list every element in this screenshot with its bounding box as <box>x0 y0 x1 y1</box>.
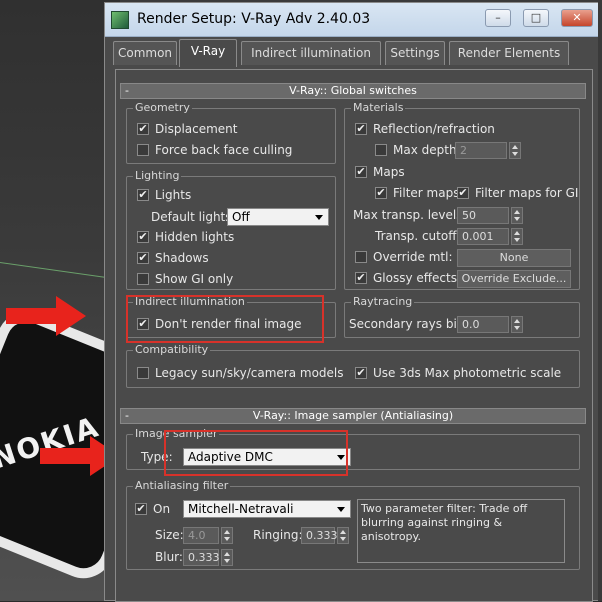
title-bar: Render Setup: V-Ray Adv 2.40.03 – □ ✕ <box>105 3 598 37</box>
lights-label: Lights <box>155 188 192 202</box>
rollout-title: V-Ray:: Image sampler (Antialiasing) <box>252 409 454 422</box>
blur-field[interactable]: 0.333 <box>183 549 220 566</box>
max-transp-field[interactable]: 50 <box>457 207 509 224</box>
reflection-refraction-checkbox[interactable] <box>355 123 367 135</box>
shadows-label: Shadows <box>155 251 209 265</box>
compatibility-group: Compatibility Legacy sun/sky/camera mode… <box>126 343 580 388</box>
close-button[interactable]: ✕ <box>561 9 593 27</box>
maps-label: Maps <box>373 165 405 179</box>
shadows-checkbox[interactable] <box>137 252 149 264</box>
show-gi-only-label: Show GI only <box>155 272 234 286</box>
collapse-icon: - <box>125 84 129 97</box>
rollout-title: V-Ray:: Global switches <box>289 84 417 97</box>
size-field[interactable]: 4.0 <box>183 527 219 544</box>
red-arrow-indirect <box>6 296 86 336</box>
reflection-refraction-label: Reflection/refraction <box>373 122 495 136</box>
aa-filter-dropdown[interactable]: Mitchell-Netravali <box>183 500 351 518</box>
default-lights-label: Default lights <box>151 210 232 224</box>
tab-common[interactable]: Common <box>113 41 177 65</box>
group-title: Antialiasing filter <box>133 479 231 493</box>
glossy-effects-checkbox[interactable] <box>355 272 367 284</box>
app-icon <box>111 11 129 29</box>
group-title: Lighting <box>133 169 182 183</box>
filter-maps-gi-checkbox[interactable] <box>457 187 469 199</box>
raytracing-group: Raytracing Secondary rays bias 0.0 <box>344 295 580 338</box>
force-back-face-checkbox[interactable] <box>137 144 149 156</box>
photometric-label: Use 3ds Max photometric scale <box>373 366 562 380</box>
blur-spinner[interactable] <box>221 549 233 566</box>
aa-filter-on-label: On <box>153 502 171 516</box>
size-spinner[interactable] <box>221 527 233 544</box>
max-transp-label: Max transp. levels <box>353 208 463 222</box>
override-mtl-label: Override mtl: <box>373 250 453 264</box>
image-sampler-rollout-header[interactable]: - V-Ray:: Image sampler (Antialiasing) <box>120 408 586 424</box>
default-lights-value: Off <box>232 210 250 224</box>
lighting-group: Lighting Lights Default lights Off Hidde… <box>126 169 336 290</box>
override-mtl-checkbox[interactable] <box>355 251 367 263</box>
hidden-lights-checkbox[interactable] <box>137 231 149 243</box>
displacement-label: Displacement <box>155 122 238 136</box>
tab-bar: Common V-Ray Indirect illumination Setti… <box>113 39 593 67</box>
filter-maps-gi-label: Filter maps for GI <box>475 186 579 200</box>
override-mtl-button[interactable]: None <box>457 249 571 267</box>
tab-indirect-illumination[interactable]: Indirect illumination <box>241 41 381 65</box>
aa-filter-group: Antialiasing filter On Mitchell-Netraval… <box>126 479 580 570</box>
photometric-checkbox[interactable] <box>355 367 367 379</box>
glossy-effects-label: Glossy effects <box>373 271 457 285</box>
ringing-label: Ringing: <box>253 528 303 542</box>
legacy-checkbox[interactable] <box>137 367 149 379</box>
displacement-checkbox[interactable] <box>137 123 149 135</box>
tab-settings[interactable]: Settings <box>385 41 445 65</box>
blur-label: Blur: <box>155 550 183 564</box>
group-title: Raytracing <box>351 295 415 309</box>
vray-tab-panel: - V-Ray:: Global switches Geometry Displ… <box>115 69 593 602</box>
group-title: Geometry <box>133 101 192 115</box>
hidden-lights-label: Hidden lights <box>155 230 235 244</box>
chevron-down-icon <box>315 215 323 220</box>
tab-vray[interactable]: V-Ray <box>179 39 237 67</box>
default-lights-dropdown[interactable]: Off <box>227 208 329 226</box>
max-depth-checkbox[interactable] <box>375 144 387 156</box>
group-title: Compatibility <box>133 343 211 357</box>
chevron-down-icon <box>337 507 345 512</box>
aa-filter-description: Two parameter filter: Trade off blurring… <box>357 499 565 563</box>
minimize-button[interactable]: – <box>485 9 511 27</box>
max-depth-spinner[interactable] <box>509 142 521 159</box>
ringing-spinner[interactable] <box>337 527 349 544</box>
max-depth-label: Max depth <box>393 143 457 157</box>
transp-cutoff-field[interactable]: 0.001 <box>457 228 509 245</box>
transp-cutoff-label: Transp. cutoff <box>375 229 457 243</box>
maximize-button[interactable]: □ <box>523 9 549 27</box>
secondary-bias-spinner[interactable] <box>511 316 523 333</box>
materials-group: Materials Reflection/refraction Max dept… <box>344 101 580 290</box>
max-depth-field[interactable]: 2 <box>455 142 507 159</box>
global-switches-rollout-header[interactable]: - V-Ray:: Global switches <box>120 83 586 99</box>
legacy-label: Legacy sun/sky/camera models <box>155 366 344 380</box>
lights-checkbox[interactable] <box>137 189 149 201</box>
tab-render-elements[interactable]: Render Elements <box>449 41 569 65</box>
render-setup-window: Render Setup: V-Ray Adv 2.40.03 – □ ✕ Co… <box>104 2 598 602</box>
filter-maps-checkbox[interactable] <box>375 187 387 199</box>
filter-maps-label: Filter maps <box>393 186 460 200</box>
collapse-icon: - <box>125 409 129 422</box>
aa-filter-on-checkbox[interactable] <box>135 503 147 515</box>
force-back-face-label: Force back face culling <box>155 143 293 157</box>
geometry-group: Geometry Displacement Force back face cu… <box>126 101 336 164</box>
ringing-field[interactable]: 0.333 <box>301 527 338 544</box>
aa-filter-value: Mitchell-Netravali <box>188 502 294 516</box>
show-gi-only-checkbox[interactable] <box>137 273 149 285</box>
transp-cutoff-spinner[interactable] <box>511 228 523 245</box>
highlight-box-indirect <box>126 295 324 343</box>
group-title: Materials <box>351 101 406 115</box>
max-transp-spinner[interactable] <box>511 207 523 224</box>
override-exclude-button[interactable]: Override Exclude... <box>457 270 571 288</box>
maps-checkbox[interactable] <box>355 166 367 178</box>
secondary-bias-label: Secondary rays bias <box>349 317 471 331</box>
secondary-bias-field[interactable]: 0.0 <box>457 316 509 333</box>
size-label: Size: <box>155 528 184 542</box>
highlight-box-sampler <box>164 430 348 476</box>
window-title: Render Setup: V-Ray Adv 2.40.03 <box>137 11 371 27</box>
